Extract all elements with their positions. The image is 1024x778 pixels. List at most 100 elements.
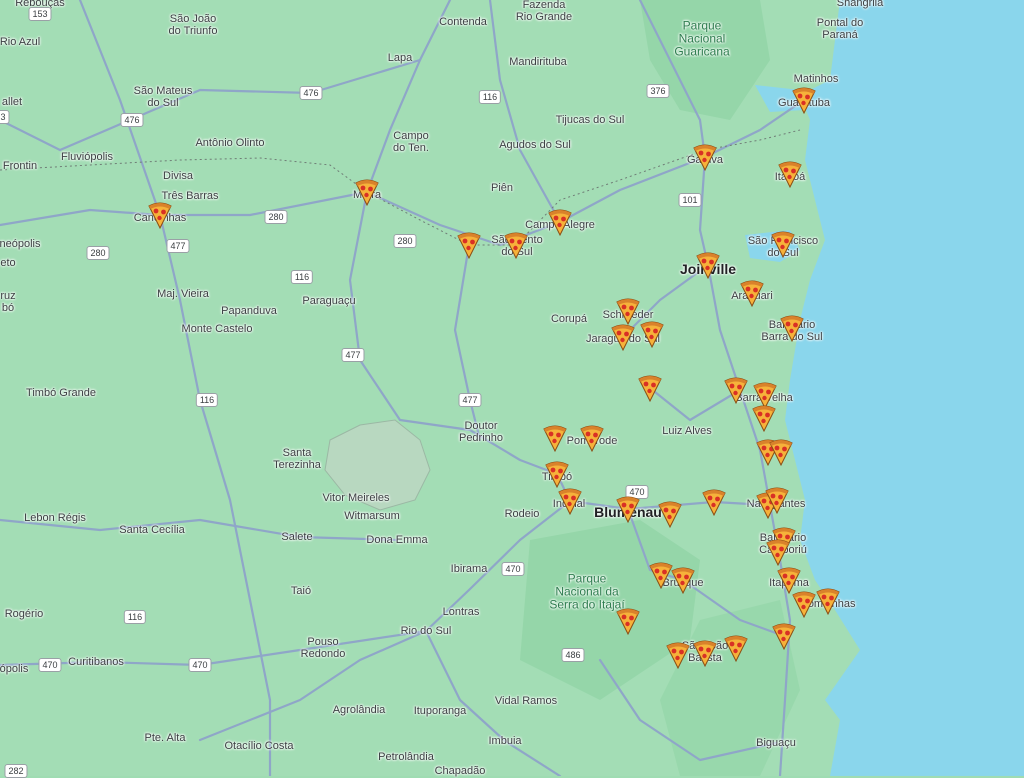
pizza-slice-icon[interactable]	[503, 231, 529, 259]
place-label-lapa[interactable]: Lapa	[388, 52, 412, 64]
map-canvas[interactable]: Rebouças São João do Triunfo Rio Azul Conte…	[0, 0, 1024, 778]
pizza-slice-icon[interactable]	[701, 488, 727, 516]
place-label-imbuia[interactable]: Imbuia	[488, 735, 521, 747]
pizza-slice-icon[interactable]	[657, 500, 683, 528]
pizza-slice-icon[interactable]	[751, 404, 777, 432]
pizza-slice-icon[interactable]	[610, 323, 636, 351]
highway-shield: 116	[478, 90, 502, 104]
pizza-slice-icon[interactable]	[615, 297, 641, 325]
place-label-corupa[interactable]: Corupá	[551, 313, 587, 325]
place-label-sao-mateus-do-sul[interactable]: São Mateus do Sul	[134, 85, 193, 109]
place-label-dona-emma[interactable]: Dona Emma	[366, 534, 427, 546]
place-label-vitor-meireles[interactable]: Vitor Meireles	[322, 492, 389, 504]
place-label-antonio-olinto[interactable]: Antônio Olinto	[195, 137, 264, 149]
place-label-doutor-pedrinho[interactable]: Doutor Pedrinho	[459, 420, 503, 444]
place-label-ituporanga[interactable]: Ituporanga	[414, 705, 467, 717]
pizza-slice-icon[interactable]	[764, 486, 790, 514]
place-label-parque-nacional-da-serra-do-itajai[interactable]: Parque Nacional da Serra do Itajaí	[549, 572, 624, 612]
pizza-slice-icon[interactable]	[692, 143, 718, 171]
pizza-slice-icon[interactable]	[692, 639, 718, 667]
place-label-agrolandia[interactable]: Agrolândia	[333, 704, 386, 716]
place-label-ibirama[interactable]: Ibirama	[451, 563, 488, 575]
place-label-lebon-regis[interactable]: Lebon Régis	[24, 512, 86, 524]
place-label-rodeio[interactable]: Rodeio	[505, 508, 540, 520]
pizza-slice-icon[interactable]	[579, 424, 605, 452]
pizza-slice-icon[interactable]	[777, 160, 803, 188]
highway-shield: 280	[86, 246, 110, 260]
pizza-slice-icon[interactable]	[791, 86, 817, 114]
place-label-taio[interactable]: Taió	[291, 585, 311, 597]
pizza-slice-icon[interactable]	[665, 641, 691, 669]
place-label-salete[interactable]: Salete	[281, 531, 312, 543]
pizza-slice-icon[interactable]	[542, 424, 568, 452]
place-label-matinhos[interactable]: Matinhos	[794, 73, 839, 85]
pizza-slice-icon[interactable]	[354, 178, 380, 206]
highway-shield: 153	[28, 7, 52, 21]
pizza-slice-icon[interactable]	[695, 251, 721, 279]
pizza-slice-icon[interactable]	[770, 230, 796, 258]
pizza-slice-icon[interactable]	[557, 487, 583, 515]
place-label-luiz-alves[interactable]: Luiz Alves	[662, 425, 712, 437]
highway-shield: 476	[120, 113, 144, 127]
place-label-monte-castelo[interactable]: Monte Castelo	[182, 323, 253, 335]
pizza-slice-icon[interactable]	[544, 460, 570, 488]
place-label-neopolis[interactable]: neópolis	[0, 238, 40, 250]
pizza-slice-icon[interactable]	[615, 607, 641, 635]
place-label-curitibanos[interactable]: Curitibanos	[68, 656, 124, 668]
pizza-slice-icon[interactable]	[147, 201, 173, 229]
place-label-lontras[interactable]: Lontras	[443, 606, 480, 618]
pizza-slice-icon[interactable]	[723, 376, 749, 404]
place-label-santa-terezinha[interactable]: Santa Terezinha	[273, 447, 321, 471]
place-label-chapadao[interactable]: Chapadão	[435, 765, 486, 777]
place-label-rio-azul[interactable]: Rio Azul	[0, 36, 40, 48]
pizza-slice-icon[interactable]	[456, 231, 482, 259]
pizza-slice-icon[interactable]	[815, 587, 841, 615]
pizza-slice-icon[interactable]	[771, 622, 797, 650]
place-label-opolis[interactable]: ópolis	[0, 663, 28, 675]
pizza-slice-icon[interactable]	[739, 279, 765, 307]
pizza-slice-icon[interactable]	[615, 495, 641, 523]
place-label-sao-joao-do-triunfo[interactable]: São João do Triunfo	[169, 13, 218, 37]
highway-shield: 101	[678, 193, 702, 207]
place-label-fluviopolis[interactable]: Fluviópolis	[61, 151, 113, 163]
place-label-shangrila[interactable]: Shangrilá	[837, 0, 883, 9]
pizza-slice-icon[interactable]	[547, 208, 573, 236]
place-label-leto[interactable]: eto	[0, 257, 15, 269]
place-label-mallet[interactable]: allet	[2, 96, 22, 108]
place-label-agudos-do-sul[interactable]: Agudos do Sul	[499, 139, 571, 151]
place-label-rogerio[interactable]: Rogério	[5, 608, 44, 620]
place-label-santa-cecilia[interactable]: Santa Cecília	[119, 524, 184, 536]
place-label-tijucas-do-sul[interactable]: Tijucas do Sul	[556, 114, 625, 126]
highway-shield: 470	[188, 658, 212, 672]
place-label-divisa[interactable]: Divisa	[163, 170, 193, 182]
place-label-paraguacu[interactable]: Paraguaçu	[302, 295, 355, 307]
place-label-pouso-redondo[interactable]: Pouso Redondo	[301, 636, 346, 660]
pizza-slice-icon[interactable]	[779, 314, 805, 342]
place-label-pontal-do-parana[interactable]: Pontal do Paraná	[817, 17, 863, 41]
place-label-petrolandia[interactable]: Petrolândia	[378, 751, 434, 763]
place-label-rio-do-sul[interactable]: Rio do Sul	[401, 625, 452, 637]
place-label-fazenda-rio-grande[interactable]: Fazenda Rio Grande	[516, 0, 572, 23]
place-label-contenda[interactable]: Contenda	[439, 16, 487, 28]
place-label-maj-vieira[interactable]: Maj. Vieira	[157, 288, 209, 300]
place-label-mandirituba[interactable]: Mandirituba	[509, 56, 566, 68]
pizza-slice-icon[interactable]	[791, 590, 817, 618]
place-label-pien[interactable]: Piên	[491, 182, 513, 194]
pizza-slice-icon[interactable]	[765, 538, 791, 566]
place-label-papanduva[interactable]: Papanduva	[221, 305, 277, 317]
place-label-witmarsum[interactable]: Witmarsum	[344, 510, 400, 522]
place-label-pte-alta[interactable]: Pte. Alta	[145, 732, 186, 744]
pizza-slice-icon[interactable]	[670, 566, 696, 594]
place-label-otacilio-costa[interactable]: Otacílio Costa	[224, 740, 293, 752]
place-label-campo-do-tenente[interactable]: Campo do Ten.	[393, 130, 429, 154]
place-label-biguacu[interactable]: Biguaçu	[756, 737, 796, 749]
place-label-frontin[interactable]: Frontin	[3, 160, 37, 172]
place-label-timbo-grande[interactable]: Timbó Grande	[26, 387, 96, 399]
pizza-slice-icon[interactable]	[637, 374, 663, 402]
place-label-cruz-bo[interactable]: ruz bó	[0, 290, 15, 314]
pizza-slice-icon[interactable]	[768, 438, 794, 466]
pizza-slice-icon[interactable]	[723, 634, 749, 662]
pizza-slice-icon[interactable]	[639, 320, 665, 348]
place-label-parque-nacional-guaricana[interactable]: Parque Nacional Guaricana	[674, 19, 729, 59]
place-label-vidal-ramos[interactable]: Vidal Ramos	[495, 695, 557, 707]
